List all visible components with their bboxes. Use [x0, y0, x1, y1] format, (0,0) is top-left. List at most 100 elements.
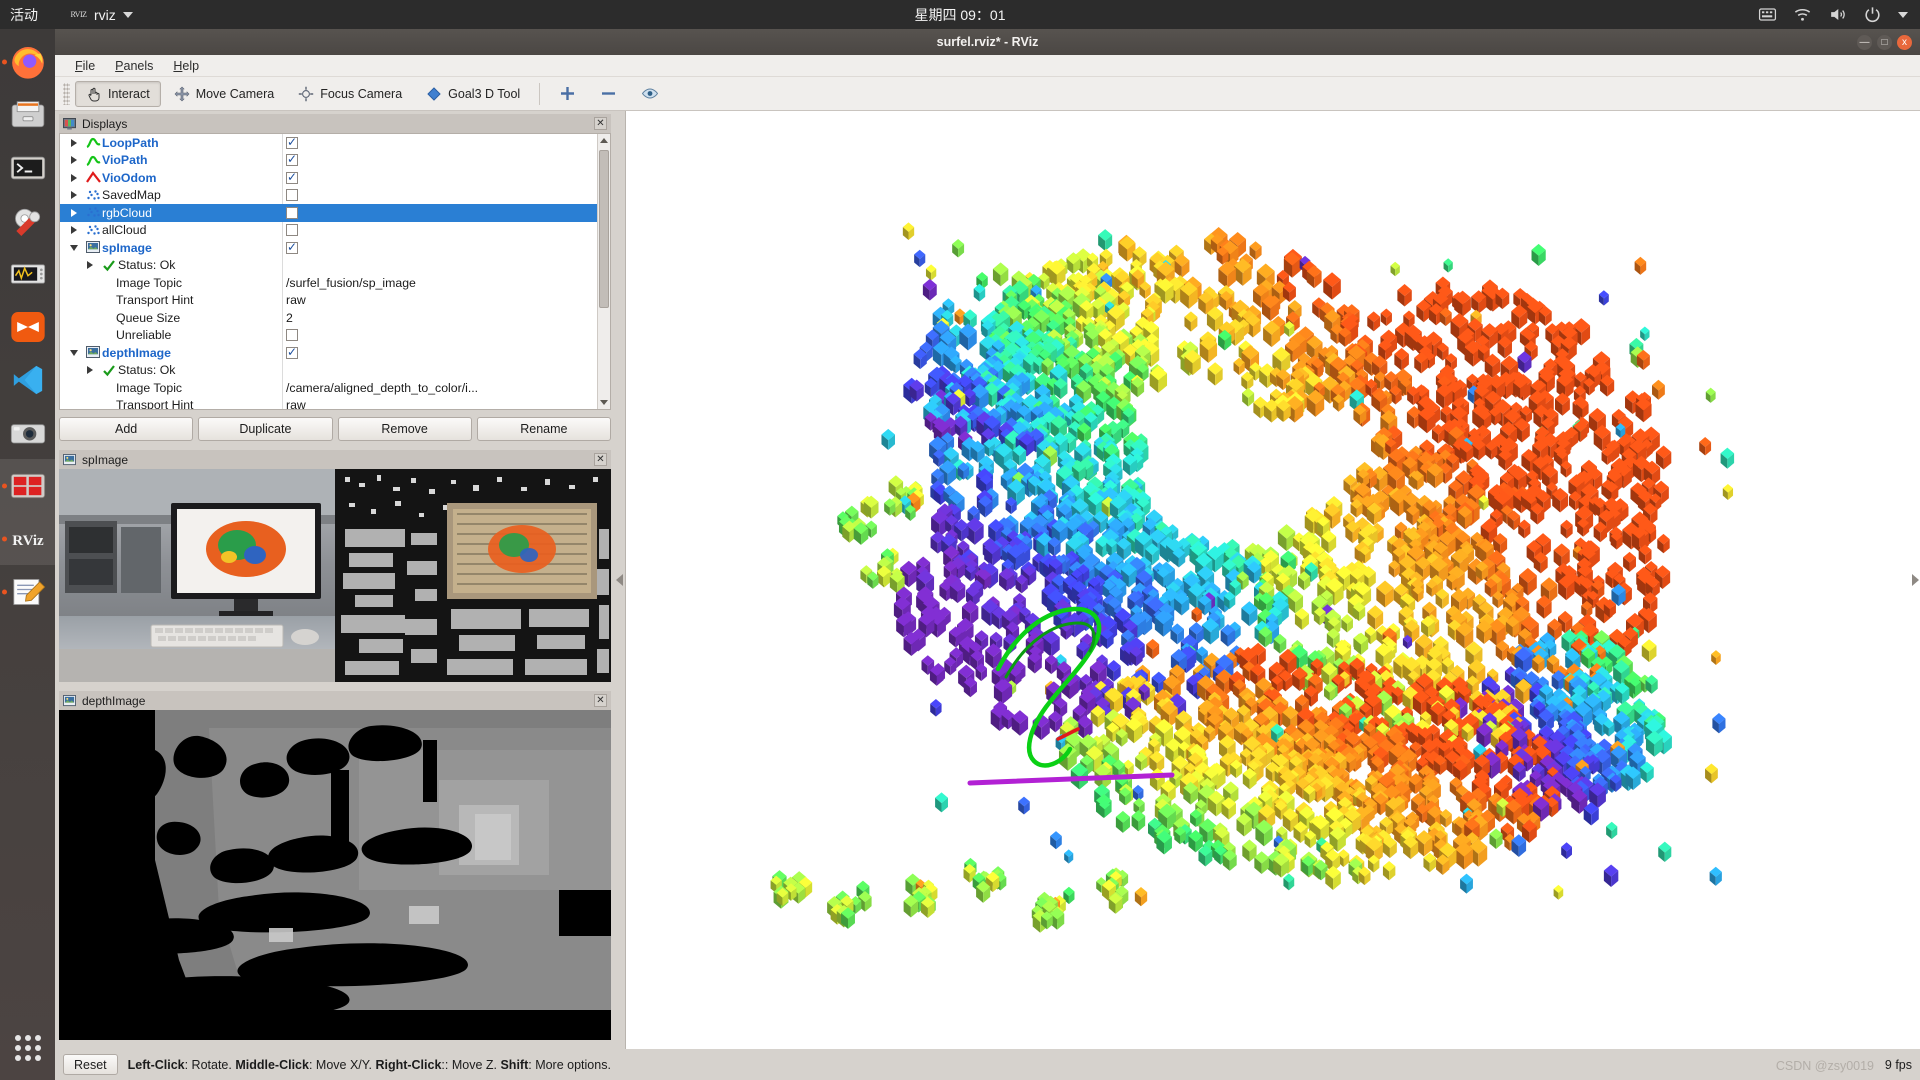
display-row-depthimage[interactable]: depthImage: [60, 344, 597, 362]
display-enable-checkbox[interactable]: [286, 327, 298, 345]
wifi-icon[interactable]: [1793, 5, 1812, 24]
display-row-label: Image Topic: [116, 275, 183, 290]
display-enable-checkbox[interactable]: [286, 169, 298, 187]
tool-visibility[interactable]: [630, 81, 670, 107]
display-enable-checkbox[interactable]: [286, 152, 298, 170]
expand-arrow-right-icon[interactable]: [80, 261, 100, 270]
rename-button[interactable]: Rename: [476, 417, 611, 441]
remove-button[interactable]: Remove: [337, 417, 472, 441]
scroll-down-button[interactable]: [598, 396, 610, 409]
window-titlebar[interactable]: surfel.rviz* - RViz — □ x: [55, 29, 1920, 55]
expand-arrow-right-icon[interactable]: [80, 366, 100, 375]
maximize-button[interactable]: □: [1877, 34, 1892, 50]
display-row-vioodom[interactable]: VioOdom: [60, 169, 597, 187]
dock-item-camera[interactable]: [0, 406, 55, 459]
left-splitter[interactable]: [615, 111, 625, 1049]
activities-button[interactable]: 活动: [10, 5, 38, 25]
display-row-looppath[interactable]: LoopPath: [60, 134, 597, 152]
tool-add[interactable]: [548, 81, 587, 107]
display-row-value[interactable]: /camera/aligned_depth_to_color/i...: [286, 379, 478, 397]
menu-file[interactable]: FFileile: [67, 57, 103, 75]
display-row-image-topic[interactable]: Image Topic/surfel_fusion/sp_image: [60, 274, 597, 292]
duplicate-button[interactable]: Duplicate: [198, 417, 333, 441]
dock-item-files[interactable]: [0, 88, 55, 141]
display-row-value[interactable]: 2: [286, 309, 293, 327]
dock-item-rviz[interactable]: RViz: [0, 512, 55, 565]
expand-arrow-right-icon[interactable]: [64, 226, 84, 235]
depth-image-panel-close-icon[interactable]: ✕: [594, 694, 607, 707]
display-row-spimage[interactable]: spImage: [60, 239, 597, 257]
displays-tree[interactable]: LoopPath VioPath VioOdom SavedMap rgbCloud al…: [59, 133, 611, 410]
display-row-rgbcloud[interactable]: rgbCloud: [60, 204, 597, 222]
dock-item-media-player[interactable]: [0, 300, 55, 353]
dock-item-vscode[interactable]: [0, 353, 55, 406]
expand-arrow-down-icon[interactable]: [64, 349, 84, 356]
display-enable-checkbox[interactable]: [286, 239, 298, 257]
power-icon[interactable]: [1863, 5, 1882, 24]
tool-focus-camera[interactable]: Focus Camera: [287, 81, 413, 107]
expand-arrow-right-icon[interactable]: [64, 138, 84, 147]
3d-render-view[interactable]: [625, 111, 1920, 1049]
minimize-button[interactable]: —: [1857, 34, 1872, 50]
display-row-value[interactable]: raw: [286, 292, 306, 310]
add-button[interactable]: Add: [59, 417, 194, 441]
display-row-transport-hint[interactable]: Transport Hint raw: [60, 292, 597, 310]
displays-tree-rows: LoopPath VioPath VioOdom SavedMap rgbCloud al…: [60, 134, 597, 409]
expand-arrow-right-icon[interactable]: [64, 156, 84, 165]
display-row-unreliable[interactable]: Unreliable: [60, 327, 597, 345]
display-row-value[interactable]: raw: [286, 397, 306, 409]
app-menu[interactable]: RVIZ rviz: [70, 7, 133, 23]
expand-arrow-right-icon[interactable]: [64, 191, 84, 200]
tool-interact[interactable]: Interact: [75, 80, 161, 107]
dock-item-screen-recorder[interactable]: [0, 459, 55, 512]
tool-move-camera[interactable]: Move Camera: [163, 81, 286, 107]
display-row-viopath[interactable]: VioPath: [60, 152, 597, 170]
display-row-image-topic[interactable]: Image Topic/camera/aligned_depth_to_colo…: [60, 379, 597, 397]
dock-item-system-monitor[interactable]: [0, 247, 55, 300]
expand-arrow-right-icon[interactable]: [64, 208, 84, 217]
display-enable-checkbox[interactable]: [286, 134, 298, 152]
tray-chevron-down-icon[interactable]: [1898, 11, 1908, 18]
expand-arrow-right-icon[interactable]: [64, 173, 84, 182]
dock-item-terminal[interactable]: [0, 141, 55, 194]
display-row-value[interactable]: /surfel_fusion/sp_image: [286, 274, 416, 292]
dock-item-settings-tools[interactable]: [0, 194, 55, 247]
display-row-savedmap[interactable]: SavedMap: [60, 187, 597, 205]
display-row-status-ok[interactable]: Status: Ok: [60, 362, 597, 380]
scrollbar-thumb[interactable]: [599, 150, 609, 308]
displays-panel-header[interactable]: Displays ✕: [59, 114, 611, 133]
dock-item-firefox[interactable]: [0, 35, 55, 88]
reset-button[interactable]: Reset: [63, 1054, 118, 1075]
sp-image-panel-close-icon[interactable]: ✕: [594, 453, 607, 466]
dock-item-text-editor[interactable]: [0, 565, 55, 618]
display-enable-checkbox[interactable]: [286, 344, 298, 362]
expand-arrow-down-icon[interactable]: [64, 244, 84, 251]
displays-tree-scrollbar[interactable]: [597, 134, 610, 409]
tool-remove[interactable]: [589, 81, 628, 107]
display-enable-checkbox[interactable]: [286, 187, 298, 205]
display-enable-checkbox[interactable]: [286, 222, 298, 240]
volume-icon[interactable]: [1828, 5, 1847, 24]
display-row-status-ok[interactable]: Status: Ok: [60, 257, 597, 275]
clock[interactable]: 星期四 09：01: [0, 5, 1920, 25]
display-row-label: Transport Hint: [116, 293, 194, 308]
right-panel-handle[interactable]: [1911, 567, 1920, 593]
display-row-allcloud[interactable]: allCloud: [60, 222, 597, 240]
sp-image-view[interactable]: [59, 469, 611, 682]
close-button[interactable]: x: [1897, 34, 1912, 50]
show-applications-button[interactable]: [0, 1026, 55, 1070]
menu-panels[interactable]: Panels: [107, 57, 161, 75]
depth-image-panel-header[interactable]: depthImage ✕: [59, 691, 611, 710]
display-enable-checkbox[interactable]: [286, 204, 298, 222]
splitter-collapse-handle[interactable]: [615, 567, 624, 593]
depth-image-view[interactable]: [59, 710, 611, 1040]
display-row-queue-size[interactable]: Queue Size 2: [60, 309, 597, 327]
tool-goal3d[interactable]: Goal3 D Tool: [415, 81, 531, 107]
displays-panel-close-icon[interactable]: ✕: [594, 117, 607, 130]
keyboard-layout-icon[interactable]: [1758, 5, 1777, 24]
display-row-transport-hint[interactable]: Transport Hint raw: [60, 397, 597, 409]
sp-image-panel-header[interactable]: spImage ✕: [59, 450, 611, 469]
scroll-up-button[interactable]: [598, 134, 610, 147]
toolbar-grip[interactable]: [63, 82, 70, 105]
menu-help[interactable]: Help: [165, 57, 207, 75]
